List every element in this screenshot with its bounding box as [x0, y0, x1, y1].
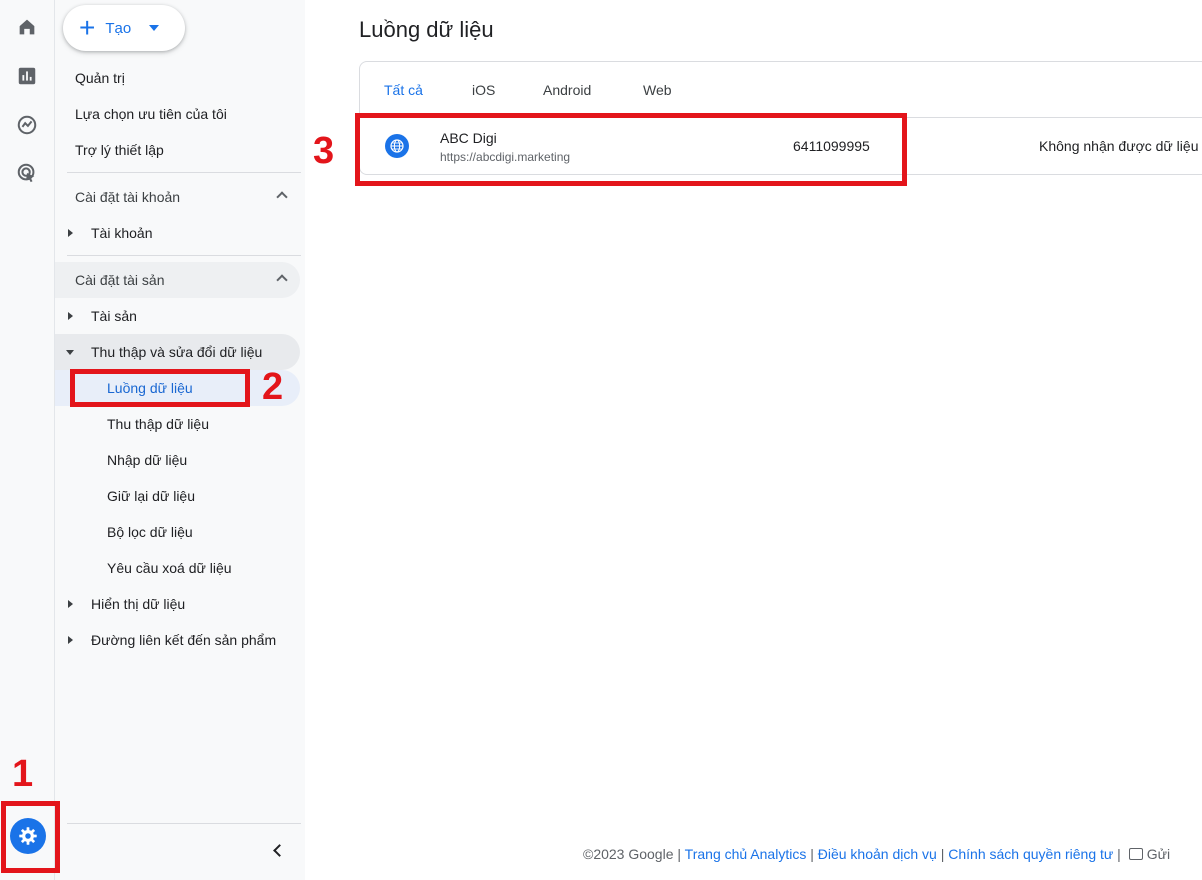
nav-subitem-label: Nhập dữ liệu [107, 452, 188, 468]
nav-item-label: Tài sản [91, 308, 137, 324]
expand-arrow-icon [68, 600, 73, 608]
nav-subitem-label: Thu thập dữ liệu [107, 416, 209, 432]
nav-subitem-data-retention[interactable]: Giữ lại dữ liệu [55, 478, 300, 514]
nav-subitem-data-deletion[interactable]: Yêu cầu xoá dữ liệu [55, 550, 300, 586]
explore-icon[interactable] [14, 112, 40, 138]
nav-item-label: Đường liên kết đến sản phẩm [91, 632, 277, 648]
nav-item-admin[interactable]: Quản trị [75, 70, 125, 86]
nav-subitem-data-filters[interactable]: Bộ lọc dữ liệu [55, 514, 300, 550]
page-title: Luồng dữ liệu [359, 17, 494, 42]
footer-link-analytics-home[interactable]: Trang chủ Analytics [685, 846, 807, 862]
nav-item-account[interactable]: Tài khoản [55, 215, 300, 251]
footer-link-privacy[interactable]: Chính sách quyền riêng tư [948, 846, 1113, 862]
footer: ©2023 Google | Trang chủ Analytics | Điề… [583, 846, 1171, 862]
property-settings-section[interactable]: Cài đặt tài sản [55, 262, 300, 298]
expand-arrow-icon [68, 636, 73, 644]
nav-item-label: Tài khoản [91, 225, 153, 241]
section-label: Cài đặt tài sản [75, 272, 165, 288]
nav-item-property[interactable]: Tài sản [55, 298, 300, 334]
expand-arrow-icon [68, 312, 73, 320]
home-icon[interactable] [14, 14, 40, 40]
stream-status: Không nhận được dữ liệu [1039, 138, 1199, 154]
nav-item-data-display[interactable]: Hiển thị dữ liệu [55, 586, 300, 622]
feedback-link[interactable]: Gửi [1147, 846, 1170, 862]
nav-subitem-label: Giữ lại dữ liệu [107, 488, 195, 504]
chevron-up-icon [276, 274, 288, 286]
nav-item-label: Hiển thị dữ liệu [91, 596, 186, 612]
plus-icon: + [79, 12, 96, 43]
divider [67, 172, 301, 173]
nav-item-setup-assistant[interactable]: Trợ lý thiết lập [75, 142, 164, 158]
tab-web[interactable]: Web [643, 82, 672, 98]
annotation-box-stream [355, 113, 907, 186]
annotation-number-1: 1 [12, 753, 34, 795]
nav-item-label: Thu thập và sửa đổi dữ liệu [91, 344, 263, 360]
icon-rail [0, 0, 55, 880]
create-button[interactable]: + Tạo [63, 5, 185, 51]
side-nav: + Tạo Quản trị Lựa chọn ưu tiên của tôi … [55, 0, 305, 880]
tab-all[interactable]: Tất cả [384, 82, 423, 98]
chevron-left-icon [272, 843, 286, 857]
tab-android[interactable]: Android [543, 82, 591, 98]
stream-tabs: Tất cả iOS Android Web [360, 62, 1202, 118]
reports-icon[interactable] [14, 63, 40, 89]
nav-subitem-data-import[interactable]: Nhập dữ liệu [55, 442, 300, 478]
tab-ios[interactable]: iOS [472, 82, 495, 98]
nav-subitem-label: Yêu cầu xoá dữ liệu [107, 560, 232, 576]
nav-subitem-data-collection[interactable]: Thu thập dữ liệu [55, 406, 300, 442]
annotation-box-gear [1, 801, 60, 873]
collapse-arrow-icon [66, 349, 74, 355]
annotation-number-3: 3 [313, 130, 335, 172]
collapse-nav-button[interactable] [265, 838, 289, 862]
create-button-label: Tạo [105, 19, 132, 37]
account-settings-section[interactable]: Cài đặt tài khoản [55, 179, 300, 215]
nav-subitem-label: Bộ lọc dữ liệu [107, 524, 193, 540]
annotation-box-data-streams [70, 369, 250, 407]
nav-item-data-collection[interactable]: Thu thập và sửa đổi dữ liệu [55, 334, 300, 370]
feedback-icon [1128, 848, 1143, 860]
annotation-number-2: 2 [262, 366, 284, 408]
divider [67, 255, 301, 256]
nav-item-preferences[interactable]: Lựa chọn ưu tiên của tôi [75, 106, 227, 122]
expand-arrow-icon [68, 229, 73, 237]
footer-link-terms[interactable]: Điều khoản dịch vụ [818, 846, 937, 862]
divider [67, 823, 301, 824]
advertising-icon[interactable] [14, 160, 40, 186]
section-label: Cài đặt tài khoản [75, 189, 181, 205]
caret-down-icon [149, 25, 160, 31]
nav-item-product-links[interactable]: Đường liên kết đến sản phẩm [55, 622, 300, 658]
copyright-text: ©2023 Google | [583, 846, 682, 862]
chevron-up-icon [276, 191, 288, 203]
